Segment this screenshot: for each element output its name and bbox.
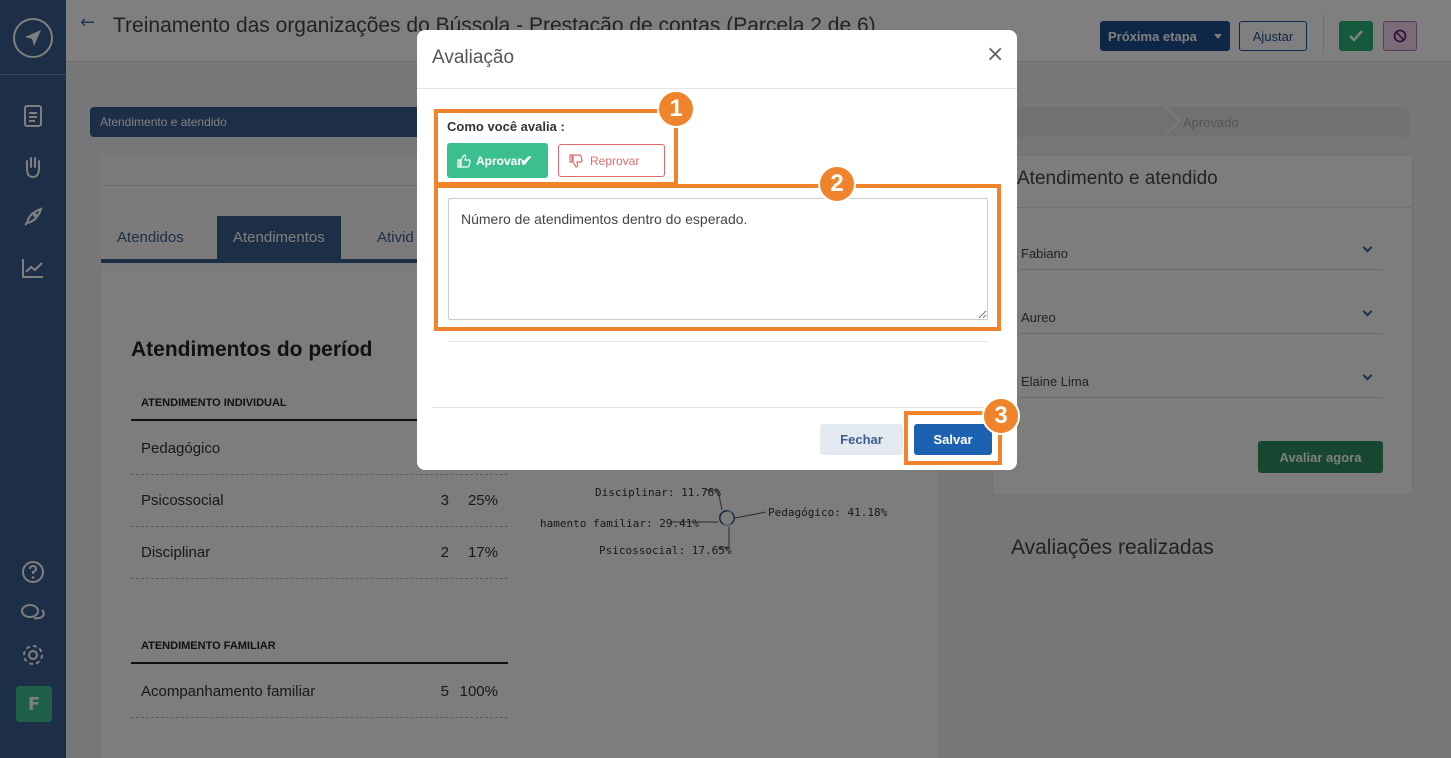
thumbs-down-icon: [569, 153, 583, 168]
save-button[interactable]: Salvar: [914, 424, 992, 455]
reject-label: Reprovar: [590, 153, 640, 168]
modal-divider: [448, 341, 988, 342]
evaluation-question: Como você avalia :: [447, 119, 565, 134]
modal-footer-divider: [432, 407, 1017, 408]
comment-textarea[interactable]: [448, 198, 988, 320]
close-button[interactable]: Fechar: [820, 424, 903, 455]
callout-badge: 3: [982, 397, 1020, 435]
callout-badge: 2: [818, 165, 856, 203]
modal-divider: [417, 88, 1017, 89]
approve-label: Aprovar: [476, 153, 523, 168]
thumbs-up-icon: [457, 153, 471, 168]
approve-button[interactable]: Aprovar ✔: [447, 143, 548, 178]
close-icon[interactable]: ×: [986, 42, 1004, 67]
callout-badge: 1: [657, 90, 695, 128]
modal-title: Avaliação: [432, 47, 515, 68]
reject-button[interactable]: Reprovar: [558, 144, 665, 177]
check-icon: ✔: [520, 153, 533, 170]
evaluation-modal: Avaliação × Como você avalia : Aprovar ✔…: [417, 30, 1017, 470]
